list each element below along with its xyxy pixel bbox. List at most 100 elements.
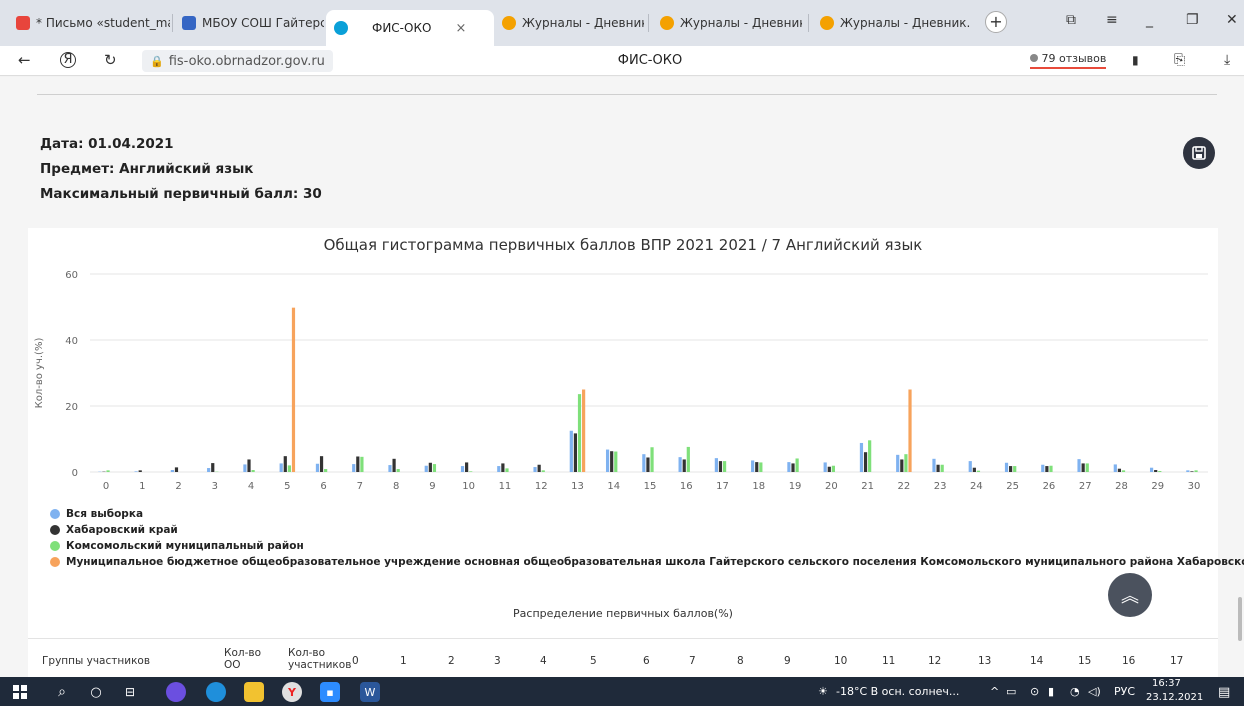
address-bar: ← Я ↻ 🔒 fis-oko.obrnadzor.gov.ru ФИС-ОКО… (0, 46, 1244, 76)
bar-2-6 (324, 469, 328, 472)
volume-icon[interactable]: ◁) (1088, 685, 1101, 698)
minimize-icon[interactable]: _ (1146, 12, 1153, 28)
back-icon[interactable]: ← (18, 51, 31, 69)
usb-icon[interactable]: ⊙ (1030, 685, 1039, 698)
tab-school[interactable]: МБОУ СОШ Гайтерско (174, 8, 324, 38)
x-tick-label: 26 (1043, 481, 1056, 492)
legend-dot-icon (50, 525, 60, 535)
weather-text[interactable]: -18°C В осн. солнеч... (836, 685, 959, 698)
x-tick-label: 9 (429, 481, 435, 492)
legend-item[interactable]: Муниципальное бюджетное общеобразователь… (50, 554, 1244, 570)
legend-item[interactable]: Вся выборка (50, 506, 1244, 522)
browser-tab-bar: * Письмо «student_ma МБОУ СОШ Гайтерско … (0, 0, 1244, 46)
bookmark-icon[interactable]: ▮ (1132, 53, 1139, 67)
x-tick-label: 5 (284, 481, 290, 492)
bar-2-15 (650, 447, 654, 472)
bar-2-21 (868, 440, 872, 472)
language-indicator[interactable]: РУС (1114, 685, 1135, 698)
task-view-icon[interactable]: ⊟ (120, 682, 140, 702)
cortana-icon[interactable]: ○ (86, 682, 106, 702)
yandex-browser-icon[interactable]: Y (282, 682, 302, 702)
new-tab-button[interactable]: + (985, 11, 1007, 33)
url-field[interactable]: 🔒 fis-oko.obrnadzor.gov.ru (142, 50, 333, 72)
dnevnik-favicon-icon (502, 16, 516, 30)
bar-1-7 (356, 456, 360, 472)
bar-1-11 (501, 463, 505, 472)
y-axis-label: Кол-во уч.(%) (34, 338, 45, 409)
close-tab-icon[interactable]: × (455, 21, 466, 36)
bar-3-22 (908, 389, 912, 472)
tab-fis-oko[interactable]: ФИС-ОКО × (326, 10, 494, 46)
word-icon[interactable]: W (360, 682, 380, 702)
bar-0-15 (642, 454, 646, 472)
tab-separator (808, 14, 809, 32)
bar-0-13 (569, 430, 573, 472)
zoom-icon[interactable]: ▪ (320, 682, 340, 702)
save-button[interactable] (1183, 137, 1215, 169)
tab-label: * Письмо «student_ma (36, 16, 170, 30)
search-icon[interactable]: ⌕ (52, 682, 72, 702)
score-column-header: 15 (1078, 655, 1092, 667)
save-icon (1192, 146, 1206, 160)
x-tick-label: 8 (393, 481, 399, 492)
legend-item[interactable]: Хабаровский край (50, 522, 1244, 538)
score-column-header: 17 (1170, 655, 1184, 667)
bar-0-10 (460, 466, 465, 472)
legend-item[interactable]: Комсомольский муниципальный район (50, 538, 1244, 554)
bar-0-7 (352, 464, 356, 472)
bar-0-20 (823, 462, 827, 472)
col-participants: Кол-во участников (288, 647, 352, 671)
notifications-icon[interactable]: ▤ (1218, 685, 1230, 700)
page-scrollbar[interactable] (1238, 597, 1242, 641)
bar-1-4 (247, 459, 251, 472)
x-tick-label: 0 (103, 481, 109, 492)
bar-0-16 (678, 457, 682, 472)
tab-label: МБОУ СОШ Гайтерско (202, 16, 324, 30)
score-column-header: 7 (689, 655, 696, 667)
tab-dnevnik-3[interactable]: Журналы - Дневник.р (812, 8, 970, 38)
restore-icon[interactable]: ❐ (1186, 12, 1199, 28)
network-icon[interactable]: ▭ (1006, 685, 1016, 698)
file-explorer-icon[interactable] (244, 682, 264, 702)
clock-date[interactable]: 23.12.2021 (1146, 692, 1203, 703)
tab-dnevnik-1[interactable]: Журналы - Дневник.р (494, 8, 644, 38)
legend-label: Хабаровский край (66, 524, 178, 536)
tab-mail[interactable]: * Письмо «student_ma (8, 8, 170, 38)
bar-2-25 (1013, 466, 1017, 472)
reload-icon[interactable]: ↻ (104, 51, 117, 69)
bar-2-16 (686, 446, 690, 472)
x-tick-label: 25 (1006, 481, 1019, 492)
bar-1-27 (1081, 463, 1085, 472)
bar-2-14 (614, 451, 618, 472)
bar-0-5 (279, 463, 283, 472)
clock-time[interactable]: 16:37 (1152, 678, 1181, 689)
x-tick-label: 7 (357, 481, 363, 492)
x-tick-label: 22 (897, 481, 910, 492)
windows-start-icon[interactable] (10, 682, 30, 702)
wifi-icon[interactable]: ◔ (1070, 685, 1080, 698)
tray-chevron-icon[interactable]: ^ (990, 685, 999, 698)
x-tick-label: 29 (1151, 481, 1164, 492)
scroll-to-top-button[interactable]: ︽ (1108, 573, 1152, 617)
yandex-icon[interactable]: Я (60, 52, 76, 68)
bar-0-24 (968, 461, 972, 472)
y-tick-label: 60 (65, 270, 78, 281)
tab-dnevnik-2[interactable]: Журналы - Дневник.р (652, 8, 802, 38)
reader-icon[interactable]: ⎘ (1174, 52, 1185, 68)
bar-0-17 (714, 458, 718, 472)
close-window-icon[interactable]: ✕ (1226, 12, 1238, 28)
reviews-badge[interactable]: 79 отзывов (1030, 52, 1107, 69)
bar-1-24 (972, 467, 976, 472)
y-tick-label: 40 (65, 336, 78, 347)
mic-icon[interactable]: ▮ (1048, 685, 1054, 698)
download-icon[interactable]: ⤓ (1224, 52, 1230, 68)
report-max-score: Максимальный первичный балл: 30 (40, 186, 322, 202)
collections-icon[interactable]: ⧉ (1066, 12, 1076, 28)
x-tick-label: 4 (248, 481, 254, 492)
bar-1-2 (174, 467, 179, 472)
app-icon[interactable] (166, 682, 186, 702)
bar-0-3 (207, 468, 211, 472)
review-dot-icon (1030, 54, 1038, 62)
edge-icon[interactable] (206, 682, 226, 702)
menu-icon[interactable]: ≡ (1106, 12, 1118, 28)
